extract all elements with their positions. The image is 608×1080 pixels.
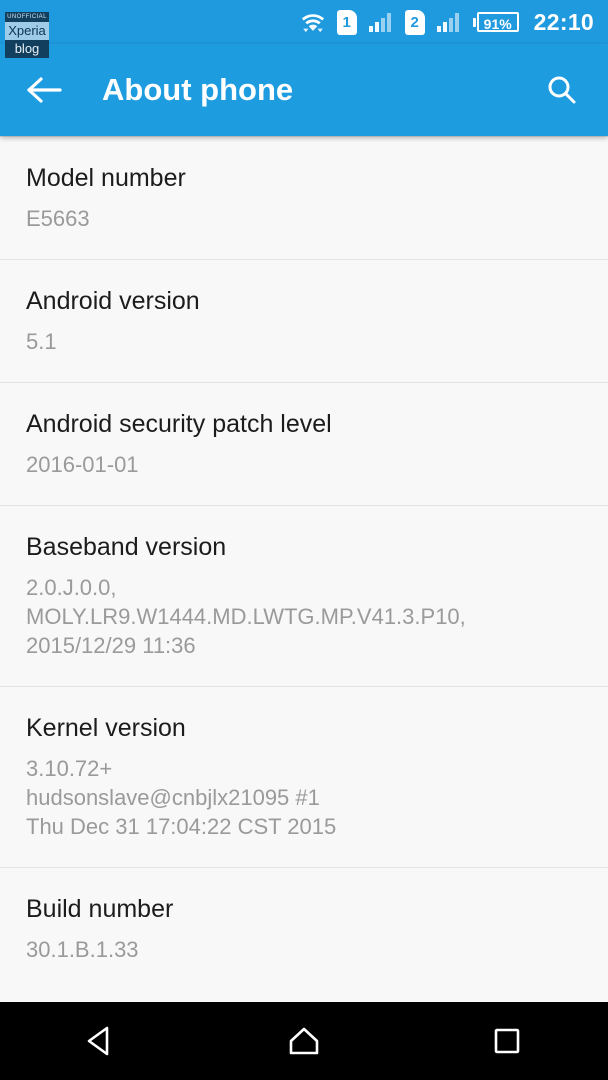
watermark-blog-label: blog: [5, 40, 49, 58]
list-item-title: Android security patch level: [26, 409, 582, 439]
nav-back-triangle-icon[interactable]: [59, 1002, 143, 1080]
xperia-blog-watermark: UNOFFICIAL Xperia blog: [5, 12, 49, 58]
sim2-badge: 2: [405, 10, 425, 35]
watermark-xperia-label: Xperia: [5, 22, 49, 40]
list-item-value: 2.0.J.0.0, MOLY.LR9.W1444.MD.LWTG.MP.V41…: [26, 573, 582, 660]
list-item-value: 30.1.B.1.33: [26, 935, 582, 964]
watermark-unofficial-label: UNOFFICIAL: [5, 12, 49, 22]
list-item-value: 5.1: [26, 327, 582, 356]
list-item[interactable]: Build number 30.1.B.1.33: [0, 868, 608, 990]
list-item-value: E5663: [26, 204, 582, 233]
nav-home-icon[interactable]: [262, 1002, 346, 1080]
list-item[interactable]: Kernel version 3.10.72+ hudsonslave@cnbj…: [0, 687, 608, 868]
app-bar: About phone: [0, 44, 608, 136]
nav-recents-square-icon[interactable]: [465, 1002, 549, 1080]
status-bar-left: UNOFFICIAL Xperia blog: [0, 0, 300, 44]
battery-terminal: [473, 18, 476, 27]
list-item-title: Build number: [26, 894, 582, 924]
battery-percent-label: 91%: [477, 12, 519, 32]
page-title: About phone: [102, 72, 538, 108]
status-bar-clock: 22:10: [534, 9, 594, 36]
wifi-icon: [300, 11, 326, 33]
search-icon[interactable]: [538, 66, 586, 114]
list-item-title: Baseband version: [26, 532, 582, 562]
list-item-title: Kernel version: [26, 713, 582, 743]
list-item[interactable]: Android version 5.1: [0, 260, 608, 383]
phone-screen: UNOFFICIAL Xperia blog 1: [0, 0, 608, 1080]
signal-bars-icon-sim1: [368, 11, 394, 33]
list-item[interactable]: Baseband version 2.0.J.0.0, MOLY.LR9.W14…: [0, 506, 608, 687]
navigation-bar: [0, 1002, 608, 1080]
list-item-title: Model number: [26, 163, 582, 193]
about-phone-list[interactable]: Model number E5663 Android version 5.1 A…: [0, 136, 608, 1002]
sim1-badge: 1: [337, 10, 357, 35]
list-item-value: 2016-01-01: [26, 450, 582, 479]
status-bar: UNOFFICIAL Xperia blog 1: [0, 0, 608, 44]
signal-bars-icon-sim2: [436, 11, 462, 33]
list-item-value: 3.10.72+ hudsonslave@cnbjlx21095 #1 Thu …: [26, 754, 582, 841]
list-item[interactable]: Android security patch level 2016-01-01: [0, 383, 608, 506]
list-item-title: Android version: [26, 286, 582, 316]
battery-icon: 91%: [473, 12, 519, 32]
list-item[interactable]: Model number E5663: [0, 137, 608, 260]
back-arrow-icon[interactable]: [26, 66, 74, 114]
status-bar-icons: 1 2: [300, 9, 594, 36]
